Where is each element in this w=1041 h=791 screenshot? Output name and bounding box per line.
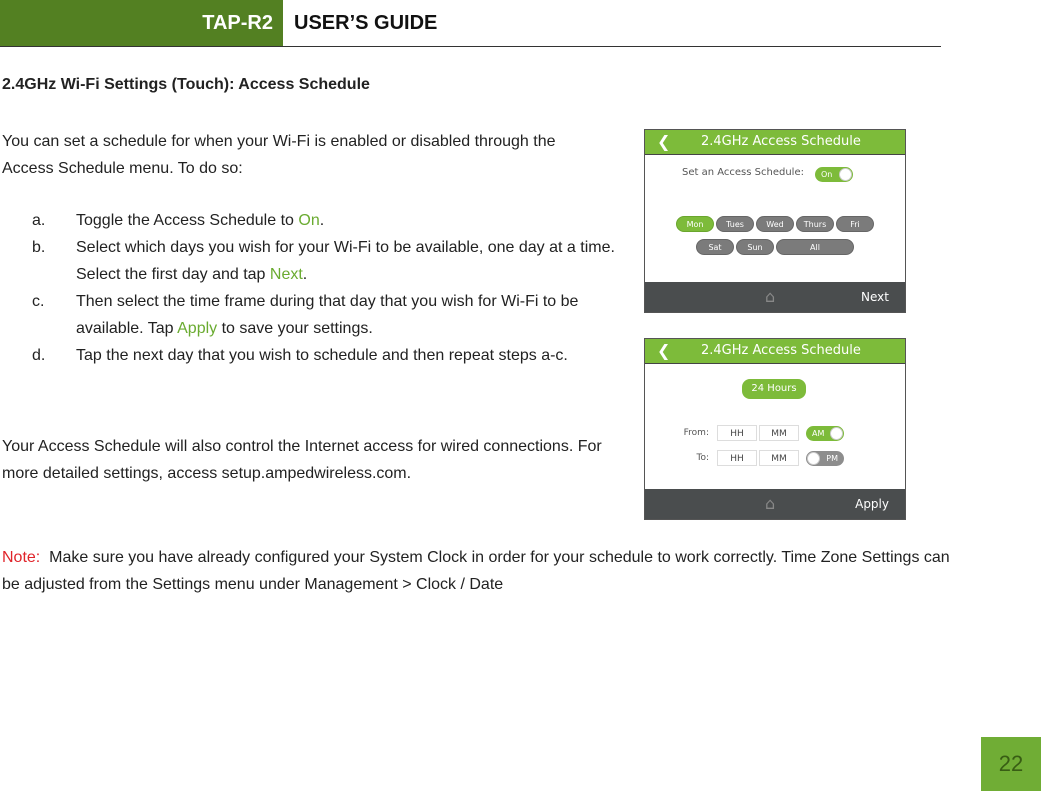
step-marker: a. bbox=[32, 212, 46, 229]
step-text-end: . bbox=[319, 212, 325, 229]
from-hour-field[interactable]: HH bbox=[717, 425, 757, 441]
to-hour-field[interactable]: HH bbox=[717, 450, 757, 466]
step-text: Toggle the Access Schedule to bbox=[76, 212, 299, 229]
screen-titlebar: ❮ 2.4GHz Access Schedule bbox=[645, 130, 905, 155]
step-text: Tap the next day that you wish to schedu… bbox=[76, 347, 568, 364]
note-label: Note: bbox=[2, 549, 41, 566]
section-title: 2.4GHz Wi-Fi Settings (Touch): Access Sc… bbox=[2, 76, 370, 93]
screen-footer: ⌂ Next bbox=[645, 282, 905, 312]
step-item: c. Then select the time frame during that… bbox=[32, 288, 632, 342]
from-ampm-toggle[interactable]: AM bbox=[806, 426, 844, 441]
schedule-toggle[interactable]: On bbox=[815, 167, 853, 182]
step-highlight: On bbox=[298, 212, 320, 229]
from-label: From: bbox=[683, 428, 709, 438]
screen-title: 2.4GHz Access Schedule bbox=[701, 134, 861, 149]
page-number: 22 bbox=[981, 737, 1041, 791]
day-button-tues[interactable]: Tues bbox=[716, 216, 754, 232]
toggle-label: PM bbox=[826, 454, 838, 463]
toggle-label: On bbox=[821, 170, 833, 179]
screen-titlebar: ❮ 2.4GHz Access Schedule bbox=[645, 339, 905, 364]
step-item: b. Select which days you wish for your Wi… bbox=[32, 234, 632, 288]
day-button-mon[interactable]: Mon bbox=[676, 216, 714, 232]
next-button[interactable]: Next bbox=[861, 282, 889, 312]
to-minute-field[interactable]: MM bbox=[759, 450, 799, 466]
home-icon[interactable]: ⌂ bbox=[765, 489, 775, 519]
screenshot-time-frame: ❮ 2.4GHz Access Schedule 24 Hours From: … bbox=[644, 338, 906, 520]
step-item: d. Tap the next day that you wish to sche… bbox=[32, 342, 632, 369]
extra-paragraph: Your Access Schedule will also control t… bbox=[2, 438, 602, 482]
step-item: a. Toggle the Access Schedule to On. bbox=[32, 207, 632, 234]
to-ampm-toggle[interactable]: PM bbox=[806, 451, 844, 466]
chevron-left-icon[interactable]: ❮ bbox=[657, 339, 670, 363]
step-marker: c. bbox=[32, 293, 45, 310]
step-highlight: Apply bbox=[177, 320, 218, 337]
guide-title: USER’S GUIDE bbox=[294, 12, 438, 34]
intro-paragraph: You can set a schedule for when your Wi-… bbox=[2, 133, 556, 177]
chevron-left-icon[interactable]: ❮ bbox=[657, 130, 670, 154]
screenshot-day-selection: ❮ 2.4GHz Access Schedule Set an Access S… bbox=[644, 129, 906, 313]
screen-footer: ⌂ Apply bbox=[645, 489, 905, 519]
toggle-knob bbox=[830, 427, 843, 440]
steps-list: a. Toggle the Access Schedule to On. b. Se… bbox=[32, 207, 632, 369]
day-button-wed[interactable]: Wed bbox=[756, 216, 794, 232]
note-text: Make sure you have already configured yo… bbox=[2, 549, 955, 593]
toggle-knob bbox=[839, 168, 852, 181]
screen-title: 2.4GHz Access Schedule bbox=[701, 343, 861, 358]
day-button-thurs[interactable]: Thurs bbox=[796, 216, 834, 232]
schedule-label: Set an Access Schedule: bbox=[682, 167, 804, 178]
product-name: TAP-R2 bbox=[202, 12, 273, 34]
from-minute-field[interactable]: MM bbox=[759, 425, 799, 441]
step-text-end: to save your settings. bbox=[217, 320, 373, 337]
step-marker: b. bbox=[32, 239, 46, 256]
24-hours-button[interactable]: 24 Hours bbox=[742, 379, 806, 399]
step-text-end: . bbox=[302, 266, 308, 283]
toggle-label: AM bbox=[812, 429, 825, 438]
day-button-fri[interactable]: Fri bbox=[836, 216, 874, 232]
day-button-sat[interactable]: Sat bbox=[696, 239, 734, 255]
step-marker: d. bbox=[32, 347, 46, 364]
home-icon[interactable]: ⌂ bbox=[765, 282, 775, 312]
day-button-sun[interactable]: Sun bbox=[736, 239, 774, 255]
toggle-knob bbox=[807, 452, 820, 465]
day-button-all[interactable]: All bbox=[776, 239, 854, 255]
note-paragraph: Note: Make sure you have already configu… bbox=[2, 544, 962, 598]
apply-button[interactable]: Apply bbox=[855, 489, 889, 519]
step-highlight: Next bbox=[269, 266, 303, 283]
header-divider bbox=[0, 46, 941, 47]
to-label: To: bbox=[696, 453, 709, 463]
step-text: Select which days you wish for your Wi-F… bbox=[76, 239, 615, 283]
